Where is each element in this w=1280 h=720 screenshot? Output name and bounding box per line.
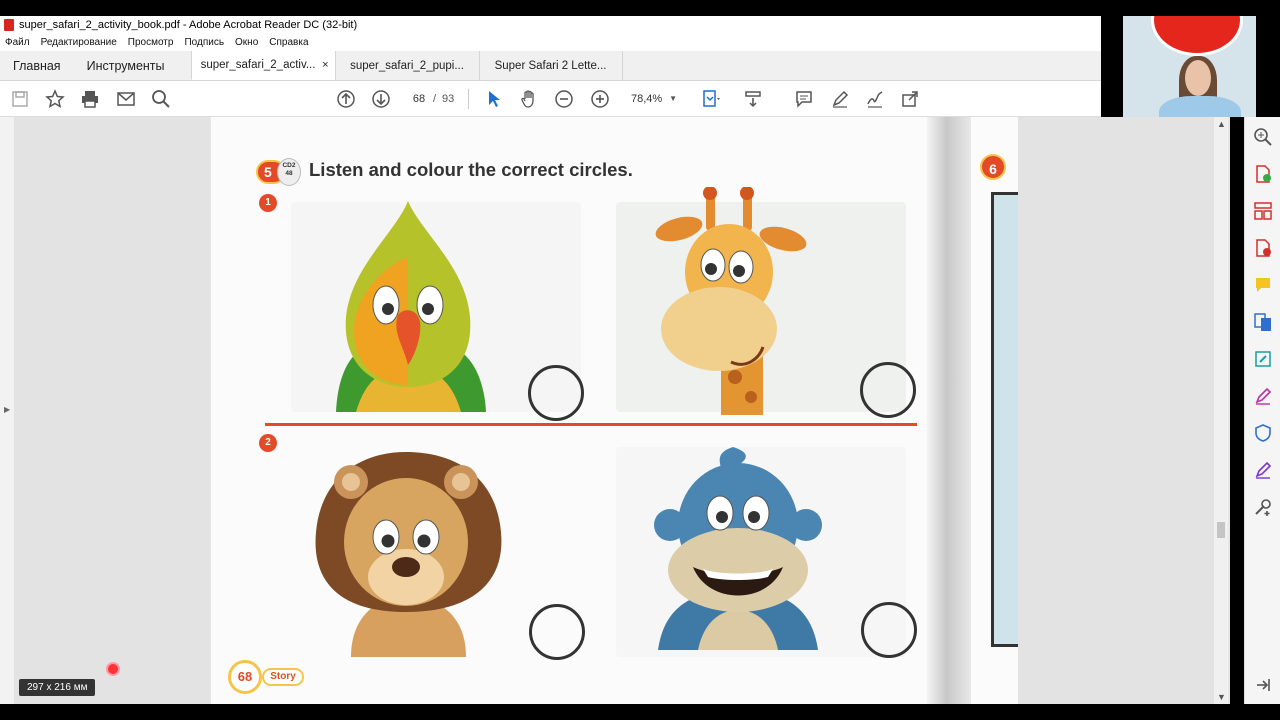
doc-tab-label: super_safari_2_activ... <box>200 59 316 71</box>
left-panel-collapsed[interactable]: ▶ <box>0 117 14 704</box>
doc-tab-letters[interactable]: Super Safari 2 Lette... <box>478 51 623 80</box>
scroll-thumb[interactable] <box>1217 522 1225 538</box>
book-spine-shadow <box>927 117 971 704</box>
doc-tab-label: super_safari_2_pupi... <box>350 59 464 72</box>
school-logo <box>1151 16 1243 56</box>
menu-file[interactable]: Файл <box>5 37 30 48</box>
pen-icon[interactable] <box>829 88 851 110</box>
print-icon[interactable] <box>79 88 101 110</box>
sign-tool-icon[interactable] <box>1253 460 1273 480</box>
zoom-value: 78,4% <box>631 93 663 105</box>
doc-tab-pupils-book[interactable]: super_safari_2_pupi... <box>334 51 479 80</box>
page-total: 93 <box>442 93 455 105</box>
menu-view[interactable]: Просмотр <box>128 37 174 48</box>
chevron-down-icon: ▼ <box>669 94 677 103</box>
expand-left-panel-icon[interactable]: ▶ <box>4 405 10 414</box>
webcam-overlay <box>1123 16 1256 117</box>
email-icon[interactable] <box>115 88 137 110</box>
page-number-input[interactable]: 68 <box>404 89 434 109</box>
window-title: super_safari_2_activity_book.pdf - Adobe… <box>19 19 358 31</box>
export-pdf-icon[interactable] <box>1253 238 1273 258</box>
fit-page-icon[interactable] <box>700 88 722 110</box>
acrobat-window: super_safari_2_activity_book.pdf - Adobe… <box>0 0 1280 720</box>
fill-sign-icon[interactable] <box>1253 386 1273 406</box>
menu-window[interactable]: Окно <box>235 37 258 48</box>
tools-panel <box>1244 117 1280 704</box>
document-area[interactable]: ▶ 5 CD2 48 Listen and colour the correct… <box>0 117 1230 704</box>
combine-files-icon[interactable] <box>1253 312 1273 332</box>
comment-icon[interactable] <box>793 88 815 110</box>
select-cursor-icon[interactable] <box>483 88 505 110</box>
create-pdf-icon[interactable] <box>1253 164 1273 184</box>
answer-circle[interactable] <box>529 604 585 660</box>
page-gutter <box>14 117 210 704</box>
menu-edit[interactable]: Редактирование <box>41 37 117 48</box>
lion-character <box>315 452 502 657</box>
next-exercise-badge: 6 <box>980 154 1006 180</box>
presenter-face <box>1185 60 1211 96</box>
title-bar: super_safari_2_activity_book.pdf - Adobe… <box>0 16 1101 34</box>
pdf-app-icon <box>4 19 14 31</box>
menu-sign[interactable]: Подпись <box>184 37 224 48</box>
presenter-body <box>1159 96 1241 117</box>
tab-home[interactable]: Главная <box>0 51 74 80</box>
next-page-frame <box>991 192 1018 647</box>
close-tab-icon[interactable]: × <box>322 59 328 71</box>
section-divider <box>265 423 917 426</box>
cd-label: CD2 <box>282 162 296 169</box>
scroll-mode-icon[interactable] <box>742 88 764 110</box>
vertical-scrollbar[interactable]: ▲ ▼ <box>1214 117 1228 704</box>
protect-icon[interactable] <box>1253 423 1273 443</box>
exercise-instruction: Listen and colour the correct circles. <box>309 159 633 180</box>
menu-help[interactable]: Справка <box>269 37 308 48</box>
bookmark-star-icon[interactable] <box>44 88 66 110</box>
edit-pdf-icon[interactable] <box>1253 349 1273 369</box>
doc-tab-label: Super Safari 2 Lette... <box>494 59 607 72</box>
more-tools-icon[interactable] <box>1253 497 1273 517</box>
comment-tool-icon[interactable] <box>1253 275 1273 295</box>
search-icon[interactable] <box>150 88 172 110</box>
toolbar: 68 / 93 78,4% ▼ <box>0 81 1101 117</box>
monkey-character <box>654 447 822 650</box>
answer-circle[interactable] <box>860 362 916 418</box>
menu-bar: Файл Редактирование Просмотр Подпись Окн… <box>0 34 1101 51</box>
cd-track-badge: CD2 48 <box>277 158 301 186</box>
section-label: Story <box>262 668 304 686</box>
page-number-badge: 68 <box>228 660 262 694</box>
organize-pages-icon[interactable] <box>1253 201 1273 221</box>
answer-circle[interactable] <box>861 602 917 658</box>
share-icon[interactable] <box>899 88 921 110</box>
scroll-down-icon[interactable]: ▼ <box>1217 692 1226 702</box>
giraffe-character <box>655 187 807 415</box>
sign-icon[interactable] <box>864 88 886 110</box>
zoom-select[interactable]: 78,4% ▼ <box>625 89 683 109</box>
doc-tab-activity-book[interactable]: super_safari_2_activ... × <box>190 51 335 80</box>
item-number-badge: 1 <box>259 194 277 212</box>
item-number-badge: 2 <box>259 434 277 452</box>
next-page-icon[interactable] <box>370 88 392 110</box>
save-icon[interactable] <box>9 88 31 110</box>
parrot-character <box>336 201 486 412</box>
zoom-out-icon[interactable] <box>553 88 575 110</box>
page-gutter <box>1018 117 1214 704</box>
collapse-panel-icon[interactable] <box>1253 675 1273 695</box>
page-separator: / <box>433 93 437 105</box>
zoom-tool-icon[interactable] <box>1253 127 1273 147</box>
recording-indicator <box>108 664 118 674</box>
cd-track: 48 <box>285 170 293 177</box>
prev-page-icon[interactable] <box>335 88 357 110</box>
page-size-tooltip: 297 x 216 мм <box>19 679 96 696</box>
tab-bar: Главная Инструменты super_safari_2_activ… <box>0 51 1101 81</box>
pdf-page[interactable]: 5 CD2 48 Listen and colour the correct c… <box>211 117 1018 704</box>
answer-circle[interactable] <box>528 365 584 421</box>
toolbar-divider <box>468 89 469 109</box>
scroll-up-icon[interactable]: ▲ <box>1217 119 1226 129</box>
hand-icon[interactable] <box>518 88 540 110</box>
zoom-in-icon[interactable] <box>589 88 611 110</box>
tab-tools[interactable]: Инструменты <box>74 51 178 80</box>
